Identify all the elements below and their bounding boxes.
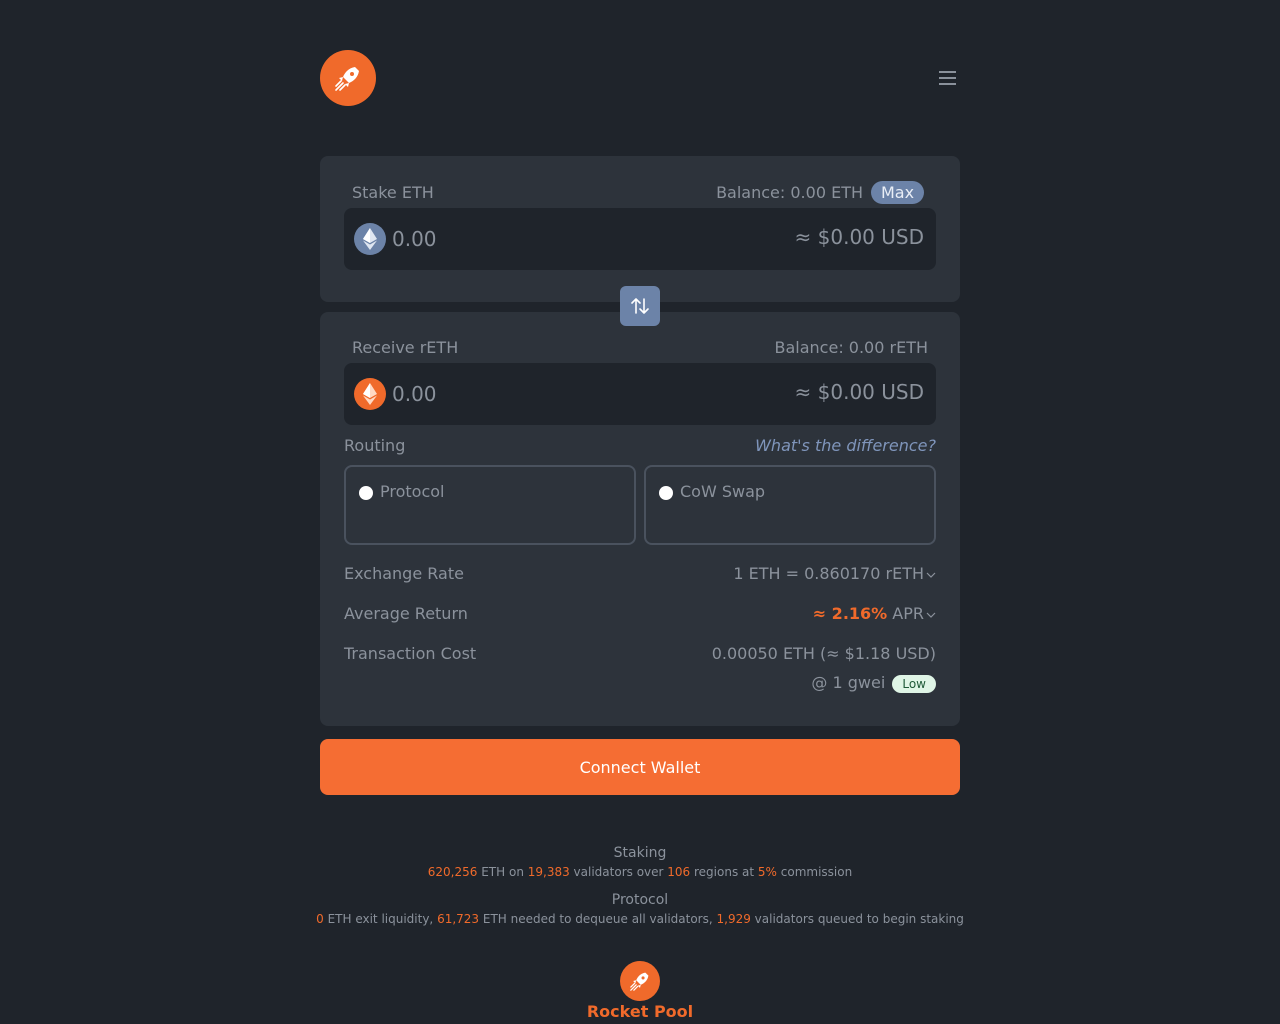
region-count: 106 <box>667 865 691 879</box>
stake-usd-value: ≈ $0.00 USD <box>794 225 924 249</box>
average-return-label: Average Return <box>344 604 468 623</box>
receive-card: Receive rETH Balance: 0.00 rETH ≈ $0.00 … <box>320 312 960 726</box>
receive-amount-input[interactable] <box>392 380 652 408</box>
staked-eth-count: 620,256 <box>427 865 478 879</box>
radio-cow-swap[interactable] <box>659 486 673 500</box>
route-option-label: Protocol <box>380 482 445 501</box>
transaction-cost-value: 0.00050 ETH (≈ $1.18 USD) <box>711 644 936 663</box>
chevron-down-icon <box>926 572 936 578</box>
dequeue-eth-value: 61,723 <box>437 912 480 926</box>
exchange-rate-value: 1 ETH = 0.860170 rETH <box>733 564 924 583</box>
receive-balance: Balance: 0.00 rETH <box>774 338 929 357</box>
exit-liquidity-value: 0 <box>316 912 324 926</box>
stake-amount-box: ≈ $0.00 USD <box>344 208 936 270</box>
footer-rocket-logo-icon <box>620 961 660 1001</box>
swap-arrows-icon <box>631 298 649 314</box>
transaction-cost-label: Transaction Cost <box>344 644 477 663</box>
page: Stake ETH Balance: 0.00 ETH Max ≈ $0.00 … <box>0 0 1280 1024</box>
gas-level-badge: Low <box>892 674 936 693</box>
staking-stats-line: 620,256 ETH on 19,383 validators over 10… <box>0 865 1280 879</box>
route-option-protocol[interactable]: Protocol <box>344 465 636 545</box>
gas-price-row: @ 1 gwei Low <box>811 673 936 693</box>
average-return-unit: APR <box>892 604 924 623</box>
commission-value: 5% <box>757 865 777 879</box>
staking-stats-title: Staking <box>613 845 667 861</box>
swap-direction-button[interactable] <box>620 286 660 326</box>
receive-label: Receive rETH <box>352 338 459 357</box>
stat-text: validators over <box>569 865 668 879</box>
stat-text: commission <box>776 865 853 879</box>
radio-protocol[interactable] <box>359 486 373 500</box>
exchange-rate-label: Exchange Rate <box>344 564 464 583</box>
queued-validators-value: 1,929 <box>716 912 751 926</box>
rocket-logo-icon[interactable] <box>320 50 376 106</box>
connect-wallet-button[interactable]: Connect Wallet <box>320 739 960 795</box>
stat-text: ETH needed to dequeue all validators, <box>479 912 717 926</box>
exchange-rate-toggle[interactable]: 1 ETH = 0.860170 rETH <box>733 564 936 583</box>
protocol-stats-line: 0 ETH exit liquidity, 61,723 ETH needed … <box>0 912 1280 926</box>
validator-count: 19,383 <box>527 865 570 879</box>
receive-usd-value: ≈ $0.00 USD <box>794 380 924 404</box>
stat-text: validators queued to begin staking <box>750 912 964 926</box>
hamburger-menu-icon[interactable] <box>936 66 960 90</box>
receive-amount-box: ≈ $0.00 USD <box>344 363 936 425</box>
routing-difference-link[interactable]: What's the difference? <box>755 436 936 455</box>
chevron-down-icon <box>926 612 936 618</box>
reth-icon <box>354 378 386 410</box>
stat-text: regions at <box>690 865 758 879</box>
routing-label: Routing <box>344 436 406 455</box>
stake-balance: Balance: 0.00 ETH <box>716 183 863 202</box>
protocol-stats-title: Protocol <box>611 892 669 908</box>
stake-card: Stake ETH Balance: 0.00 ETH Max ≈ $0.00 … <box>320 156 960 302</box>
stake-label: Stake ETH <box>352 183 434 202</box>
footer-brand-name: Rocket Pool <box>586 1002 694 1021</box>
gas-price: @ 1 gwei <box>811 673 886 692</box>
average-return-value: ≈ 2.16% <box>812 604 888 623</box>
eth-icon <box>354 223 386 255</box>
route-option-cow-swap[interactable]: CoW Swap <box>644 465 936 545</box>
stat-text: ETH exit liquidity, <box>323 912 438 926</box>
max-button[interactable]: Max <box>871 181 924 204</box>
average-return-toggle[interactable]: ≈ 2.16% APR <box>813 604 936 623</box>
stake-amount-input[interactable] <box>392 225 652 253</box>
route-option-label: CoW Swap <box>680 482 766 501</box>
stat-text: ETH on <box>477 865 528 879</box>
